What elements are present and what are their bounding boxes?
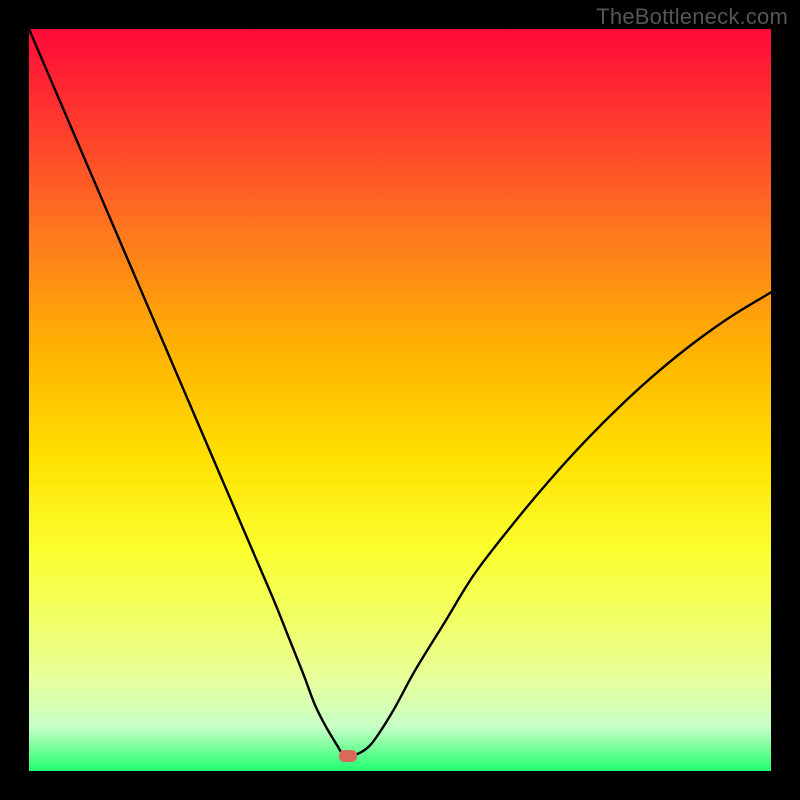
chart-plot-area	[29, 29, 771, 771]
watermark-text: TheBottleneck.com	[596, 4, 788, 30]
bottleneck-marker	[339, 750, 357, 762]
chart-frame: TheBottleneck.com	[0, 0, 800, 800]
bottleneck-curve	[29, 29, 771, 771]
